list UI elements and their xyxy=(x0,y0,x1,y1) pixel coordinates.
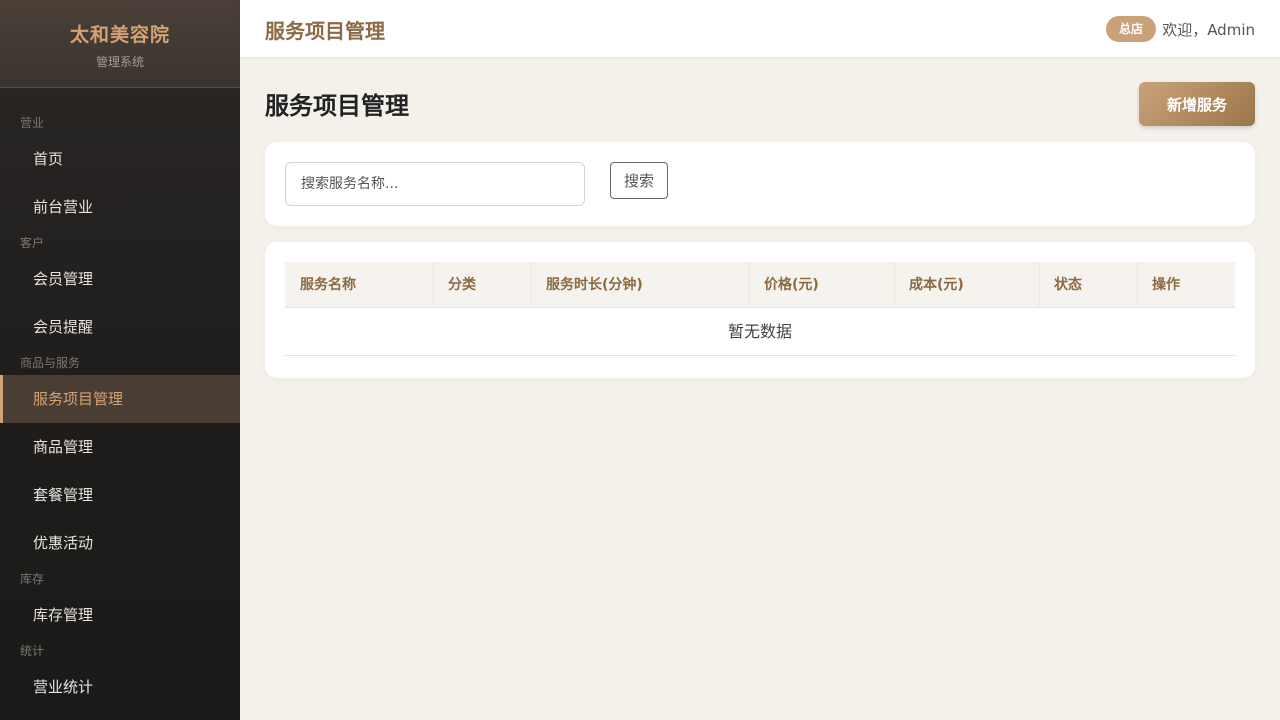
nav-group-inventory: 库存 xyxy=(20,572,45,586)
sidebar-item-products[interactable]: 商品管理 xyxy=(0,423,240,471)
page-title: 服务项目管理 xyxy=(265,92,409,120)
brand-title: 太和美容院 xyxy=(69,24,170,46)
column-divider xyxy=(433,262,434,308)
sidebar-item-front-desk[interactable]: 前台营业 xyxy=(0,183,240,231)
brand-block: 太和美容院 管理系统 xyxy=(0,0,240,88)
nav-group-statistics: 统计 xyxy=(20,644,45,658)
column-header-price[interactable]: 价格(元) xyxy=(764,262,819,308)
brand-subtitle: 管理系统 xyxy=(95,55,144,69)
store-badge[interactable]: 总店 xyxy=(1106,16,1156,42)
sidebar-item-business-stats[interactable]: 营业统计 xyxy=(0,663,240,711)
search-input[interactable] xyxy=(285,162,585,206)
services-table-card: 服务名称 分类 服务时长(分钟) 价格(元) 成本(元) 状态 操作 暂无数据 xyxy=(265,242,1255,378)
column-header-status[interactable]: 状态 xyxy=(1054,262,1082,308)
table-header: 服务名称 分类 服务时长(分钟) 价格(元) 成本(元) 状态 操作 xyxy=(285,262,1235,308)
nav-group-customers: 客户 xyxy=(20,236,45,250)
column-divider xyxy=(894,262,895,308)
sidebar-item-home[interactable]: 首页 xyxy=(0,135,240,183)
column-divider xyxy=(531,262,532,308)
table-empty-state: 暂无数据 xyxy=(285,308,1235,356)
sidebar-item-members[interactable]: 会员管理 xyxy=(0,255,240,303)
column-header-actions: 操作 xyxy=(1152,277,1180,293)
nav-group-business: 营业 xyxy=(20,116,45,130)
column-header-service-name[interactable]: 服务名称 xyxy=(300,262,356,308)
sidebar: 太和美容院 管理系统 营业 首页 前台营业 客户 会员管理 会员提醒 商品与服务… xyxy=(0,0,240,720)
welcome-text: 欢迎，Admin xyxy=(1162,21,1255,39)
column-divider xyxy=(1039,262,1040,308)
search-button[interactable]: 搜索 xyxy=(610,162,668,199)
sidebar-item-promotions[interactable]: 优惠活动 xyxy=(0,519,240,567)
column-divider xyxy=(1137,262,1138,308)
sidebar-item-services[interactable]: 服务项目管理 xyxy=(0,375,240,423)
header-title: 服务项目管理 xyxy=(265,19,385,43)
add-service-button[interactable]: 新增服务 xyxy=(1139,82,1255,126)
sidebar-item-inventory[interactable]: 库存管理 xyxy=(0,591,240,639)
sidebar-item-packages[interactable]: 套餐管理 xyxy=(0,471,240,519)
column-header-category[interactable]: 分类 xyxy=(448,262,476,308)
search-card: 搜索 xyxy=(265,142,1255,226)
sidebar-item-member-reminders[interactable]: 会员提醒 xyxy=(0,303,240,351)
column-header-cost[interactable]: 成本(元) xyxy=(909,262,964,308)
column-divider xyxy=(749,262,750,308)
column-header-duration[interactable]: 服务时长(分钟) xyxy=(546,262,643,308)
nav-group-goods-services: 商品与服务 xyxy=(20,356,81,370)
top-header: 服务项目管理 总店 欢迎，Admin xyxy=(240,0,1280,57)
